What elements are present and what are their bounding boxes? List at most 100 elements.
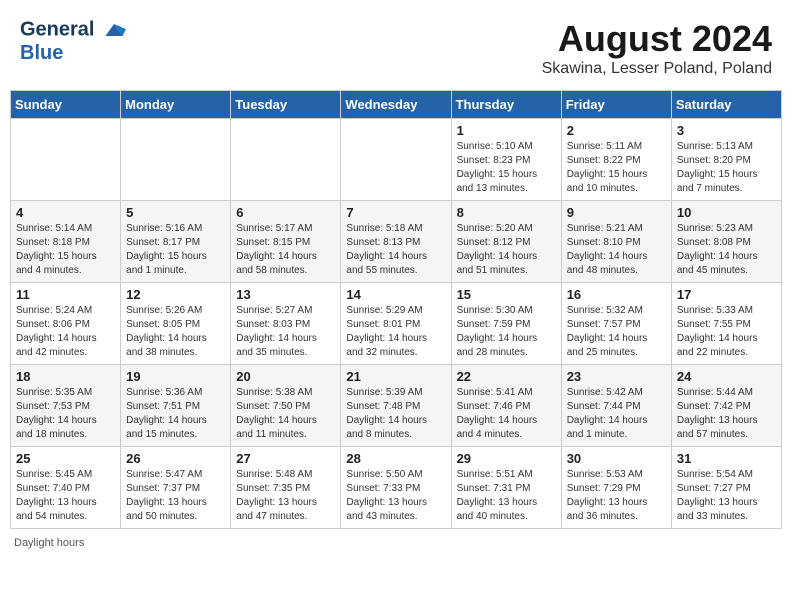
day-number: 30 — [567, 451, 666, 466]
calendar-cell: 27 Sunrise: 5:48 AMSunset: 7:35 PMDayligh… — [231, 447, 341, 529]
day-info: Sunrise: 5:21 AMSunset: 8:10 PMDaylight:… — [567, 222, 666, 278]
calendar-cell: 14 Sunrise: 5:29 AMSunset: 8:01 PMDayligh… — [341, 283, 451, 365]
calendar-cell: 3 Sunrise: 5:13 AMSunset: 8:20 PMDaylight… — [671, 119, 781, 201]
day-info: Sunrise: 5:32 AMSunset: 7:57 PMDaylight:… — [567, 304, 666, 360]
day-number: 19 — [126, 369, 225, 384]
calendar-cell — [231, 119, 341, 201]
day-info: Sunrise: 5:39 AMSunset: 7:48 PMDaylight:… — [346, 386, 445, 442]
day-info: Sunrise: 5:41 AMSunset: 7:46 PMDaylight:… — [457, 386, 556, 442]
day-header-thursday: Thursday — [451, 91, 561, 119]
calendar-cell: 15 Sunrise: 5:30 AMSunset: 7:59 PMDayligh… — [451, 283, 561, 365]
day-header-tuesday: Tuesday — [231, 91, 341, 119]
day-info: Sunrise: 5:51 AMSunset: 7:31 PMDaylight:… — [457, 468, 556, 524]
day-number: 6 — [236, 205, 335, 220]
calendar-cell: 8 Sunrise: 5:20 AMSunset: 8:12 PMDaylight… — [451, 201, 561, 283]
calendar-cell: 26 Sunrise: 5:47 AMSunset: 7:37 PMDayligh… — [121, 447, 231, 529]
logo: General Blue — [20, 18, 126, 64]
day-number: 23 — [567, 369, 666, 384]
day-number: 16 — [567, 287, 666, 302]
day-info: Sunrise: 5:13 AMSunset: 8:20 PMDaylight:… — [677, 140, 776, 196]
week-row-2: 4Sunrise: 5:14 AMSunset: 8:18 PMDaylight… — [11, 201, 782, 283]
day-info: Sunrise: 5:45 AMSunset: 7:40 PMDaylight:… — [16, 468, 115, 524]
day-header-saturday: Saturday — [671, 91, 781, 119]
calendar-cell: 10 Sunrise: 5:23 AMSunset: 8:08 PMDayligh… — [671, 201, 781, 283]
calendar-cell — [341, 119, 451, 201]
calendar-cell: 13 Sunrise: 5:27 AMSunset: 8:03 PMDayligh… — [231, 283, 341, 365]
day-info: Sunrise: 5:24 AMSunset: 8:06 PMDaylight:… — [16, 304, 115, 360]
day-info: Sunrise: 5:29 AMSunset: 8:01 PMDaylight:… — [346, 304, 445, 360]
day-info: Sunrise: 5:18 AMSunset: 8:13 PMDaylight:… — [346, 222, 445, 278]
day-info: Sunrise: 5:26 AMSunset: 8:05 PMDaylight:… — [126, 304, 225, 360]
calendar-cell: 21Sunrise: 5:39 AMSunset: 7:48 PMDayligh… — [341, 365, 451, 447]
day-info: Sunrise: 5:23 AMSunset: 8:08 PMDaylight:… — [677, 222, 776, 278]
day-info: Sunrise: 5:11 AMSunset: 8:22 PMDaylight:… — [567, 140, 666, 196]
day-info: Sunrise: 5:17 AMSunset: 8:15 PMDaylight:… — [236, 222, 335, 278]
calendar-cell: 29 Sunrise: 5:51 AMSunset: 7:31 PMDayligh… — [451, 447, 561, 529]
calendar-cell: 9 Sunrise: 5:21 AMSunset: 8:10 PMDaylight… — [561, 201, 671, 283]
day-info: Sunrise: 5:47 AMSunset: 7:37 PMDaylight:… — [126, 468, 225, 524]
page-title: August 2024 — [542, 18, 772, 60]
day-number: 12 — [126, 287, 225, 302]
calendar-cell: 2 Sunrise: 5:11 AMSunset: 8:22 PMDaylight… — [561, 119, 671, 201]
day-number: 22 — [457, 369, 556, 384]
day-number: 14 — [346, 287, 445, 302]
day-info: Sunrise: 5:16 AMSunset: 8:17 PMDaylight:… — [126, 222, 225, 278]
calendar-cell: 11 Sunrise: 5:24 AMSunset: 8:06 PMDayligh… — [11, 283, 121, 365]
day-number: 18 — [16, 369, 115, 384]
day-info: Sunrise: 5:20 AMSunset: 8:12 PMDaylight:… — [457, 222, 556, 278]
calendar-cell: 12 Sunrise: 5:26 AMSunset: 8:05 PMDayligh… — [121, 283, 231, 365]
day-number: 3 — [677, 123, 776, 138]
calendar-cell: 23 Sunrise: 5:42 AMSunset: 7:44 PMDayligh… — [561, 365, 671, 447]
calendar-cell: 4Sunrise: 5:14 AMSunset: 8:18 PMDaylight… — [11, 201, 121, 283]
day-info: Sunrise: 5:30 AMSunset: 7:59 PMDaylight:… — [457, 304, 556, 360]
logo-text: General — [20, 18, 126, 42]
day-number: 15 — [457, 287, 556, 302]
week-row-4: 18 Sunrise: 5:35 AMSunset: 7:53 PMDayligh… — [11, 365, 782, 447]
page-header: General Blue August 2024 Skawina, Lesser… — [10, 10, 782, 82]
calendar-cell: 16 Sunrise: 5:32 AMSunset: 7:57 PMDayligh… — [561, 283, 671, 365]
day-number: 11 — [16, 287, 115, 302]
day-info: Sunrise: 5:48 AMSunset: 7:35 PMDaylight:… — [236, 468, 335, 524]
title-block: August 2024 Skawina, Lesser Poland, Pola… — [542, 18, 772, 78]
calendar-cell: 31Sunrise: 5:54 AMSunset: 7:27 PMDayligh… — [671, 447, 781, 529]
day-number: 17 — [677, 287, 776, 302]
week-row-3: 11 Sunrise: 5:24 AMSunset: 8:06 PMDayligh… — [11, 283, 782, 365]
day-header-friday: Friday — [561, 91, 671, 119]
calendar-cell: 6 Sunrise: 5:17 AMSunset: 8:15 PMDaylight… — [231, 201, 341, 283]
day-number: 28 — [346, 451, 445, 466]
day-number: 8 — [457, 205, 556, 220]
calendar-cell: 17 Sunrise: 5:33 AMSunset: 7:55 PMDayligh… — [671, 283, 781, 365]
calendar-table: SundayMondayTuesdayWednesdayThursdayFrid… — [10, 90, 782, 529]
day-number: 26 — [126, 451, 225, 466]
day-info: Sunrise: 5:42 AMSunset: 7:44 PMDaylight:… — [567, 386, 666, 442]
calendar-cell: 1Sunrise: 5:10 AMSunset: 8:23 PMDaylight… — [451, 119, 561, 201]
day-number: 5 — [126, 205, 225, 220]
calendar-cell: 30 Sunrise: 5:53 AMSunset: 7:29 PMDayligh… — [561, 447, 671, 529]
day-number: 27 — [236, 451, 335, 466]
day-number: 29 — [457, 451, 556, 466]
day-info: Sunrise: 5:14 AMSunset: 8:18 PMDaylight:… — [16, 222, 115, 278]
day-info: Sunrise: 5:53 AMSunset: 7:29 PMDaylight:… — [567, 468, 666, 524]
week-row-5: 25Sunrise: 5:45 AMSunset: 7:40 PMDayligh… — [11, 447, 782, 529]
day-info: Sunrise: 5:44 AMSunset: 7:42 PMDaylight:… — [677, 386, 776, 442]
day-number: 7 — [346, 205, 445, 220]
day-info: Sunrise: 5:35 AMSunset: 7:53 PMDaylight:… — [16, 386, 115, 442]
day-info: Sunrise: 5:33 AMSunset: 7:55 PMDaylight:… — [677, 304, 776, 360]
day-info: Sunrise: 5:36 AMSunset: 7:51 PMDaylight:… — [126, 386, 225, 442]
day-number: 10 — [677, 205, 776, 220]
day-number: 2 — [567, 123, 666, 138]
logo-icon — [102, 18, 126, 42]
day-number: 13 — [236, 287, 335, 302]
calendar-cell: 5 Sunrise: 5:16 AMSunset: 8:17 PMDaylight… — [121, 201, 231, 283]
calendar-cell: 19 Sunrise: 5:36 AMSunset: 7:51 PMDayligh… — [121, 365, 231, 447]
day-info: Sunrise: 5:10 AMSunset: 8:23 PMDaylight:… — [457, 140, 556, 196]
calendar-cell: 28 Sunrise: 5:50 AMSunset: 7:33 PMDayligh… — [341, 447, 451, 529]
calendar-cell: 7 Sunrise: 5:18 AMSunset: 8:13 PMDaylight… — [341, 201, 451, 283]
calendar-cell: 24Sunrise: 5:44 AMSunset: 7:42 PMDayligh… — [671, 365, 781, 447]
week-row-1: 1Sunrise: 5:10 AMSunset: 8:23 PMDaylight… — [11, 119, 782, 201]
day-number: 9 — [567, 205, 666, 220]
logo-blue: Blue — [20, 42, 126, 64]
day-info: Sunrise: 5:50 AMSunset: 7:33 PMDaylight:… — [346, 468, 445, 524]
day-number: 31 — [677, 451, 776, 466]
day-info: Sunrise: 5:27 AMSunset: 8:03 PMDaylight:… — [236, 304, 335, 360]
